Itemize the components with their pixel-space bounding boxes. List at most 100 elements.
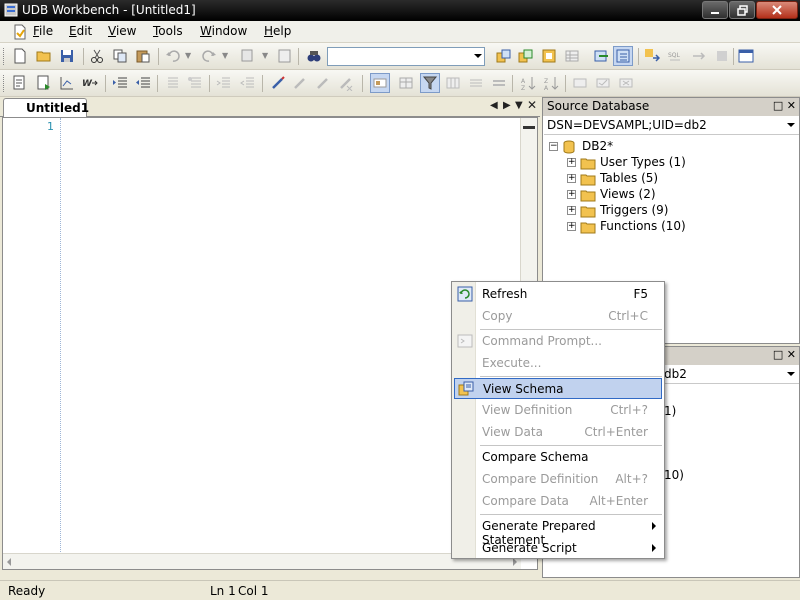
query-plan-icon[interactable] bbox=[59, 75, 75, 91]
tree-item-functions[interactable]: + Functions (10) bbox=[567, 219, 787, 235]
zoom-icon[interactable] bbox=[572, 75, 588, 91]
sort-desc-icon[interactable]: ZA bbox=[543, 75, 559, 91]
tree-item-triggers[interactable]: + Triggers (9) bbox=[567, 203, 787, 219]
word-wrap-icon[interactable]: W bbox=[82, 75, 98, 91]
tab-scroll-left-icon[interactable]: ◀ bbox=[490, 100, 498, 111]
search-combo[interactable] bbox=[327, 47, 485, 66]
toolbar-grip[interactable] bbox=[3, 75, 6, 92]
arrow-icon[interactable] bbox=[691, 48, 707, 64]
menu-item-view-definition[interactable]: View Definition Ctrl+? bbox=[454, 400, 662, 421]
expand-icon[interactable]: + bbox=[567, 222, 576, 231]
filter-toggle-button[interactable] bbox=[370, 73, 390, 93]
close-button[interactable] bbox=[756, 1, 798, 19]
bookmark-icon[interactable] bbox=[270, 75, 286, 91]
cut-icon[interactable] bbox=[89, 48, 105, 64]
export-icon[interactable] bbox=[277, 48, 293, 64]
rows-icon[interactable] bbox=[468, 75, 484, 91]
menu-item-refresh[interactable]: Refresh F5 bbox=[454, 284, 662, 305]
panel-header[interactable]: Source Database □ ✕ bbox=[543, 98, 799, 116]
scroll-right-icon[interactable] bbox=[513, 558, 517, 566]
schema-toggle[interactable] bbox=[613, 46, 633, 66]
menu-item-command-prompt[interactable]: Command Prompt... bbox=[454, 331, 662, 352]
window-icon[interactable] bbox=[738, 48, 754, 64]
maximize-button[interactable] bbox=[729, 1, 755, 19]
copy-icon[interactable] bbox=[112, 48, 128, 64]
script-icon[interactable] bbox=[240, 48, 256, 64]
redo-icon[interactable] bbox=[201, 48, 217, 64]
tab-untitled1[interactable]: Untitled1 bbox=[3, 98, 89, 117]
prev-bookmark-icon[interactable] bbox=[292, 75, 308, 91]
scroll-left-icon[interactable] bbox=[7, 558, 11, 566]
menu-window[interactable]: Window bbox=[200, 24, 247, 38]
tree-item-user-types[interactable]: + User Types (1) bbox=[567, 155, 787, 171]
new-doc-icon[interactable] bbox=[12, 48, 28, 64]
panel-maximize-icon[interactable]: □ bbox=[773, 99, 783, 112]
panel-maximize-icon[interactable]: □ bbox=[773, 348, 783, 361]
tree-item-tables[interactable]: + Tables (5) bbox=[567, 171, 787, 187]
tree-item-views[interactable]: + Views (2) bbox=[567, 187, 787, 203]
columns-icon[interactable] bbox=[445, 75, 461, 91]
cancel-icon[interactable] bbox=[618, 75, 634, 91]
chevron-down-icon[interactable] bbox=[474, 54, 482, 58]
panel-close-icon[interactable]: ✕ bbox=[787, 99, 796, 112]
sort-asc-icon[interactable]: AZ bbox=[520, 75, 536, 91]
menu-view[interactable]: View bbox=[108, 24, 136, 38]
filter-button[interactable] bbox=[420, 73, 440, 93]
save-icon[interactable] bbox=[59, 48, 75, 64]
tab-scroll-right-icon[interactable]: ▶ bbox=[503, 100, 511, 111]
menu-item-view-schema[interactable]: View Schema bbox=[454, 378, 662, 399]
menu-item-generate-prepared-statement[interactable]: Generate Prepared Statement bbox=[454, 516, 662, 547]
table-icon[interactable] bbox=[398, 75, 414, 91]
outdent-icon[interactable] bbox=[135, 75, 151, 91]
check-icon[interactable] bbox=[595, 75, 611, 91]
menu-help[interactable]: Help bbox=[264, 24, 291, 38]
increase-indent-icon[interactable] bbox=[216, 75, 232, 91]
connect-icon[interactable] bbox=[496, 48, 512, 64]
undo-dropdown-icon[interactable]: ▼ bbox=[185, 51, 191, 60]
tab-list-icon[interactable]: ▼ bbox=[515, 100, 523, 111]
redo-dropdown-icon[interactable]: ▼ bbox=[222, 51, 228, 60]
comment-icon[interactable] bbox=[164, 75, 180, 91]
expand-icon[interactable]: + bbox=[567, 174, 576, 183]
query-icon[interactable] bbox=[12, 75, 28, 91]
menu-item-execute[interactable]: Execute... bbox=[454, 353, 662, 374]
menu-item-compare-schema[interactable]: Compare Schema bbox=[454, 447, 662, 468]
query-run-icon[interactable] bbox=[36, 75, 52, 91]
find-icon[interactable] bbox=[306, 48, 322, 64]
toolbar-grip[interactable] bbox=[3, 48, 6, 65]
expand-icon[interactable]: + bbox=[567, 158, 576, 167]
title-bar[interactable]: UDB Workbench - [Untitled1] bbox=[0, 0, 800, 21]
menu-tools[interactable]: Tools bbox=[153, 24, 183, 38]
menu-file[interactable]: File bbox=[33, 24, 53, 38]
compare-icon[interactable] bbox=[491, 75, 507, 91]
indent-icon[interactable] bbox=[112, 75, 128, 91]
menu-item-compare-data[interactable]: Compare Data Alt+Enter bbox=[454, 491, 662, 512]
dsn-select[interactable]: DSN=DEVSAMPL;UID=db2 bbox=[544, 116, 799, 135]
decrease-indent-icon[interactable] bbox=[240, 75, 256, 91]
minimize-button[interactable] bbox=[702, 1, 728, 19]
refresh-icon[interactable] bbox=[594, 48, 610, 64]
scrollbar-thumb[interactable] bbox=[523, 126, 535, 129]
expand-icon[interactable]: + bbox=[567, 206, 576, 215]
menu-item-copy[interactable]: Copy Ctrl+C bbox=[454, 306, 662, 327]
panel-close-icon[interactable]: ✕ bbox=[787, 348, 796, 361]
paste-icon[interactable] bbox=[135, 48, 151, 64]
uncomment-icon[interactable] bbox=[187, 75, 203, 91]
undo-icon[interactable] bbox=[165, 48, 181, 64]
expand-icon[interactable]: + bbox=[567, 190, 576, 199]
tree-root-db2[interactable]: − DB2* bbox=[549, 139, 749, 155]
stop-icon[interactable] bbox=[714, 48, 730, 64]
transfer-icon[interactable] bbox=[644, 48, 660, 64]
menu-edit[interactable]: Edit bbox=[69, 24, 92, 38]
disconnect-icon[interactable] bbox=[518, 48, 534, 64]
db-add-icon[interactable] bbox=[541, 48, 557, 64]
menu-item-view-data[interactable]: View Data Ctrl+Enter bbox=[454, 422, 662, 443]
chevron-down-icon[interactable] bbox=[787, 372, 795, 376]
collapse-icon[interactable]: − bbox=[549, 142, 558, 151]
menu-item-generate-script[interactable]: Generate Script bbox=[454, 538, 662, 559]
open-folder-icon[interactable] bbox=[36, 48, 52, 64]
script-dropdown-icon[interactable]: ▼ bbox=[262, 51, 268, 60]
grid-icon[interactable] bbox=[564, 48, 580, 64]
document-icon[interactable] bbox=[12, 24, 28, 40]
sql-icon[interactable]: SQL bbox=[667, 48, 683, 64]
